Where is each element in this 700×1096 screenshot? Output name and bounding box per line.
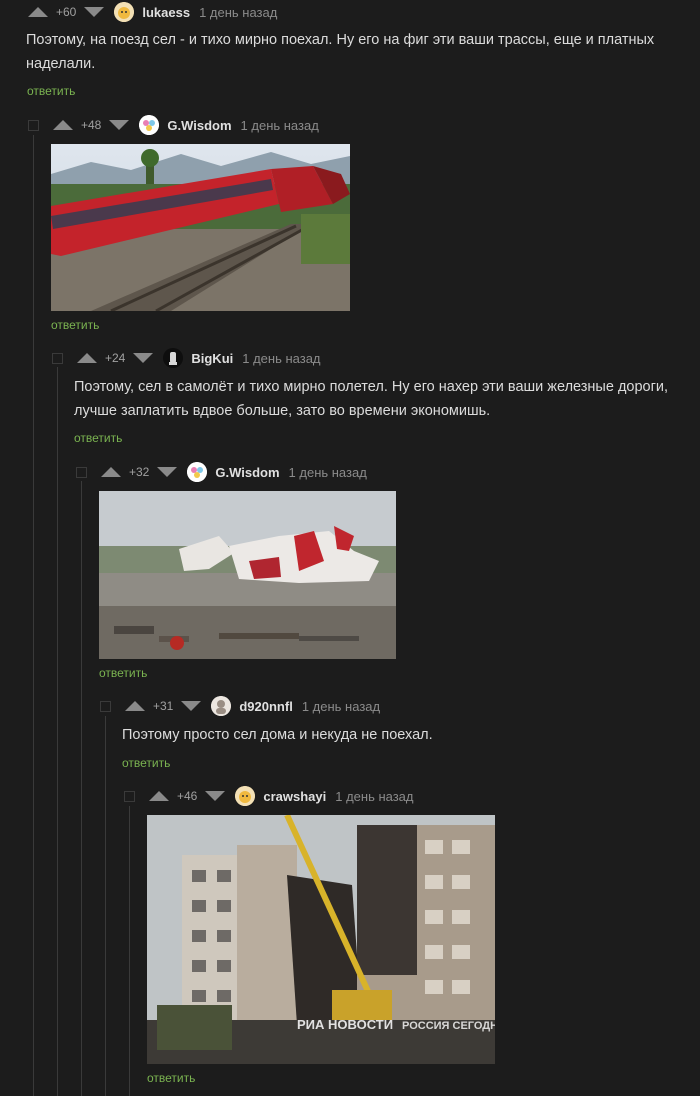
username[interactable]: crawshayi [263, 789, 326, 804]
upvote-icon[interactable] [28, 7, 48, 17]
rating: +32 [129, 465, 150, 479]
downvote-icon[interactable] [133, 353, 154, 363]
comment-text: Поэтому, сел в самолёт и тихо мирно поле… [74, 379, 669, 419]
timestamp[interactable]: 1 день назад [241, 118, 319, 133]
rating: +48 [81, 118, 102, 132]
username[interactable]: BigKui [191, 351, 233, 366]
watermark-text: РОССИЯ СЕГОДНЯ [402, 1020, 495, 1032]
timestamp[interactable]: 1 день назад [289, 465, 367, 480]
upvote-icon[interactable] [125, 701, 145, 711]
collapse-toggle[interactable] [100, 700, 111, 712]
avatar[interactable] [114, 2, 135, 22]
rating: +24 [105, 351, 126, 365]
username[interactable]: d920nnfl [239, 699, 292, 714]
comment-header: +48 G.Wisdom 1 день назад [28, 113, 319, 137]
comment-header: +24 BigKui 1 день назад [52, 346, 321, 370]
collapse-toggle[interactable] [124, 790, 135, 802]
downvote-icon[interactable] [205, 791, 226, 801]
thread-line[interactable] [129, 806, 130, 1096]
avatar[interactable] [187, 462, 208, 482]
reply-link[interactable]: ответить [27, 84, 75, 98]
reply-link[interactable]: ответить [99, 666, 147, 680]
timestamp[interactable]: 1 день назад [302, 699, 380, 714]
upvote-icon[interactable] [53, 120, 73, 130]
comment-header: +60 lukaess 1 день назад [28, 0, 277, 24]
collapse-toggle[interactable] [76, 466, 87, 478]
avatar[interactable] [163, 348, 184, 368]
downvote-icon[interactable] [157, 467, 178, 477]
reply-link[interactable]: ответить [51, 318, 99, 332]
downvote-icon[interactable] [181, 701, 202, 711]
train-derailment-image[interactable] [51, 144, 350, 311]
username[interactable]: lukaess [142, 5, 190, 20]
reply-link[interactable]: ответить [122, 756, 170, 770]
avatar[interactable] [211, 696, 232, 716]
collapsed-building-image[interactable]: РИА НОВОСТИ РОССИЯ СЕГОДНЯ [147, 815, 495, 1064]
thread-line[interactable] [57, 367, 58, 1096]
reply-link[interactable]: ответить [147, 1071, 195, 1085]
thread-line[interactable] [105, 716, 106, 1096]
thread-line[interactable] [33, 135, 34, 1096]
rating: +60 [56, 5, 77, 19]
comment-text: Поэтому просто сел дома и некуда не поех… [122, 727, 433, 743]
avatar[interactable] [139, 115, 160, 135]
username[interactable]: G.Wisdom [215, 465, 279, 480]
comment-header: +32 G.Wisdom 1 день назад [76, 460, 367, 484]
comment-header: +31 d920nnfl 1 день назад [100, 694, 380, 718]
collapse-toggle[interactable] [52, 352, 63, 364]
thread-line[interactable] [81, 481, 82, 1096]
collapse-toggle[interactable] [28, 119, 39, 131]
rating: +31 [153, 699, 174, 713]
timestamp[interactable]: 1 день назад [335, 789, 413, 804]
upvote-icon[interactable] [101, 467, 121, 477]
avatar[interactable] [235, 786, 256, 806]
username[interactable]: G.Wisdom [167, 118, 231, 133]
downvote-icon[interactable] [84, 7, 105, 17]
upvote-icon[interactable] [149, 791, 169, 801]
downvote-icon[interactable] [109, 120, 130, 130]
comment-text: Поэтому, на поезд сел - и тихо мирно пое… [26, 32, 655, 72]
plane-crash-image[interactable] [99, 491, 396, 659]
rating: +46 [177, 789, 198, 803]
upvote-icon[interactable] [77, 353, 97, 363]
watermark-text: РИА НОВОСТИ [297, 1017, 393, 1032]
reply-link[interactable]: ответить [74, 431, 122, 445]
timestamp[interactable]: 1 день назад [199, 5, 277, 20]
timestamp[interactable]: 1 день назад [242, 351, 320, 366]
comment-header: +46 crawshayi 1 день назад [124, 784, 414, 808]
